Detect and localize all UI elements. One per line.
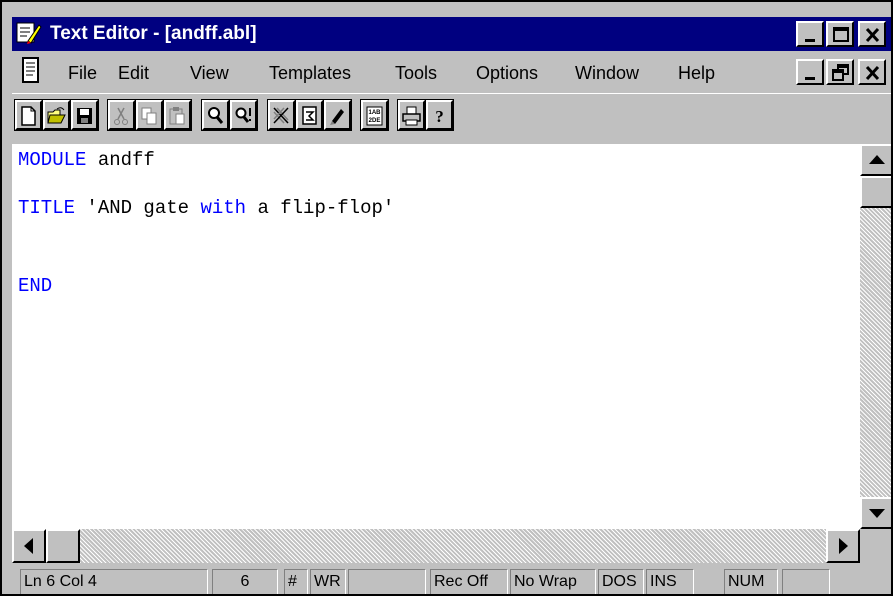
code-line: TITLE 'AND gate with a flip-flop' <box>18 196 394 220</box>
horizontal-scrollbar[interactable] <box>12 529 860 563</box>
status-insert-mode: INS <box>646 569 694 594</box>
code-text: 'AND gate <box>75 197 201 219</box>
code-text: andff <box>86 149 155 171</box>
minimize-icon <box>805 77 815 80</box>
status-cursor-position: Ln 6 Col 4 <box>20 569 208 594</box>
copy-icon <box>141 107 157 125</box>
status-field-11 <box>782 569 830 594</box>
save-icon <box>77 108 92 124</box>
horizontal-scroll-thumb[interactable] <box>46 529 80 563</box>
find-button[interactable] <box>201 99 230 131</box>
print-icon <box>402 106 421 126</box>
status-recording: Rec Off <box>430 569 508 594</box>
minimize-icon <box>805 39 815 42</box>
code-text: a flip-flop' <box>246 197 395 219</box>
status-wrap: No Wrap <box>510 569 596 594</box>
print-button[interactable] <box>397 99 426 131</box>
scroll-left-button[interactable] <box>12 529 46 563</box>
vertical-scroll-thumb[interactable] <box>860 176 891 208</box>
status-field-5 <box>348 569 426 594</box>
paste-button[interactable] <box>163 99 192 131</box>
cut-icon <box>114 107 128 125</box>
find-icon <box>208 107 224 124</box>
app-icon[interactable] <box>16 21 42 45</box>
maximize-icon <box>833 27 849 42</box>
menu-help[interactable]: Help <box>678 62 715 84</box>
menu-view[interactable]: View <box>190 62 229 84</box>
open-file-button[interactable] <box>42 99 71 131</box>
toolbar: 1AB 2DE ? <box>12 93 891 144</box>
menu-templates[interactable]: Templates <box>269 62 351 84</box>
menu-window[interactable]: Window <box>575 62 639 84</box>
svg-text:?: ? <box>435 107 444 126</box>
status-bar: Ln 6 Col 4 6 # WR Rec Off No Wrap DOS IN… <box>12 565 891 594</box>
doc-close-button[interactable] <box>858 59 886 85</box>
status-numlock: NUM <box>724 569 778 594</box>
menu-edit[interactable]: Edit <box>118 62 149 84</box>
text-editor-window: Text Editor - [andff.abl] File Edit View… <box>0 0 893 596</box>
compile-icon <box>273 107 289 124</box>
code-keyword: TITLE <box>18 197 76 219</box>
arrow-up-icon <box>869 155 885 164</box>
help-button[interactable]: ? <box>425 99 454 131</box>
menu-tools[interactable]: Tools <box>395 62 437 84</box>
cut-button[interactable] <box>107 99 136 131</box>
insert-file-icon <box>302 106 317 125</box>
status-format: DOS <box>598 569 644 594</box>
minimize-button[interactable] <box>796 21 824 47</box>
status-field-4: WR <box>310 569 346 594</box>
insert-file-button[interactable] <box>295 99 324 131</box>
arrow-right-icon <box>839 538 848 554</box>
doc-minimize-button[interactable] <box>796 59 824 85</box>
new-file-button[interactable] <box>14 99 43 131</box>
help-icon: ? <box>435 107 444 126</box>
close-icon <box>865 65 880 81</box>
code-keyword: with <box>200 197 247 219</box>
status-field-3: # <box>284 569 308 594</box>
paste-icon <box>169 107 185 125</box>
svg-text:2DE: 2DE <box>369 118 381 124</box>
find-next-button[interactable] <box>229 99 258 131</box>
spelling-icon: 1AB 2DE <box>366 106 383 126</box>
arrow-down-icon <box>869 509 885 518</box>
scroll-up-button[interactable] <box>860 144 891 176</box>
vertical-scrollbar[interactable] <box>860 144 891 529</box>
scroll-down-button[interactable] <box>860 497 891 529</box>
menu-file[interactable]: File <box>68 62 97 84</box>
document-icon[interactable] <box>20 56 42 91</box>
open-icon <box>47 107 66 124</box>
edit-pen-icon <box>330 109 344 125</box>
save-file-button[interactable] <box>70 99 99 131</box>
maximize-button[interactable] <box>826 21 854 47</box>
close-icon <box>865 27 880 43</box>
compile-button[interactable] <box>267 99 296 131</box>
window-title: Text Editor - [andff.abl] <box>50 23 257 44</box>
arrow-left-icon <box>24 538 33 554</box>
code-line: MODULE andff <box>18 148 155 172</box>
scroll-right-button[interactable] <box>826 529 860 563</box>
find-next-icon <box>235 107 251 123</box>
edit-pen-button[interactable] <box>323 99 352 131</box>
code-keyword: MODULE <box>18 149 87 171</box>
new-icon <box>21 106 36 126</box>
spelling-button[interactable]: 1AB 2DE <box>360 99 389 131</box>
doc-restore-button[interactable] <box>826 59 854 85</box>
menu-bar: File Edit View Templates Tools Options W… <box>12 53 891 91</box>
restore-icon <box>832 64 849 81</box>
svg-text:1AB: 1AB <box>368 110 381 116</box>
copy-button[interactable] <box>135 99 164 131</box>
status-field-2: 6 <box>212 569 278 594</box>
code-line: END <box>18 274 52 298</box>
title-bar[interactable]: Text Editor - [andff.abl] <box>12 17 891 51</box>
code-keyword: END <box>18 275 53 297</box>
close-button[interactable] <box>858 21 886 47</box>
menu-options[interactable]: Options <box>476 62 538 84</box>
text-editor-area[interactable]: MODULE andff TITLE 'AND gate with a flip-… <box>12 144 860 529</box>
